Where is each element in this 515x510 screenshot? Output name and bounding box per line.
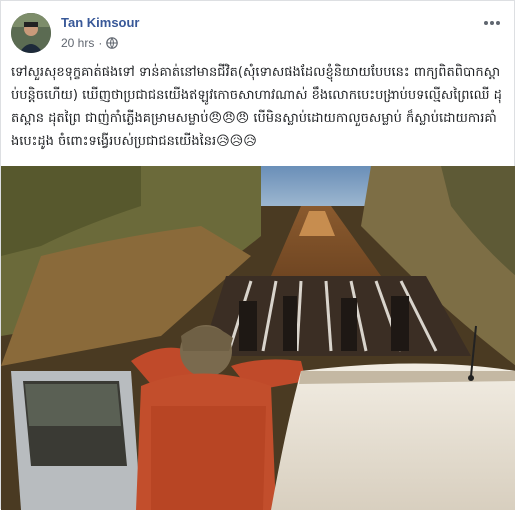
avatar[interactable] xyxy=(11,13,51,53)
facebook-post: Tan Kimsour 20 hrs · ទៅសួរសុខទុក្ខគាត់ផង… xyxy=(0,0,515,510)
post-text: ទៅសួរសុខទុក្ខគាត់ផងទៅ ទាន់គាត់នៅមានជីវិត… xyxy=(11,65,502,149)
post-photo[interactable] xyxy=(1,166,515,510)
globe-icon[interactable] xyxy=(106,37,119,49)
more-options-icon[interactable] xyxy=(480,11,504,35)
post-header: Tan Kimsour 20 hrs · xyxy=(11,11,504,55)
meta-separator: · xyxy=(98,36,103,50)
post-meta: 20 hrs · xyxy=(61,36,119,50)
timestamp[interactable]: 20 hrs xyxy=(61,36,94,50)
author-name[interactable]: Tan Kimsour xyxy=(61,15,140,30)
